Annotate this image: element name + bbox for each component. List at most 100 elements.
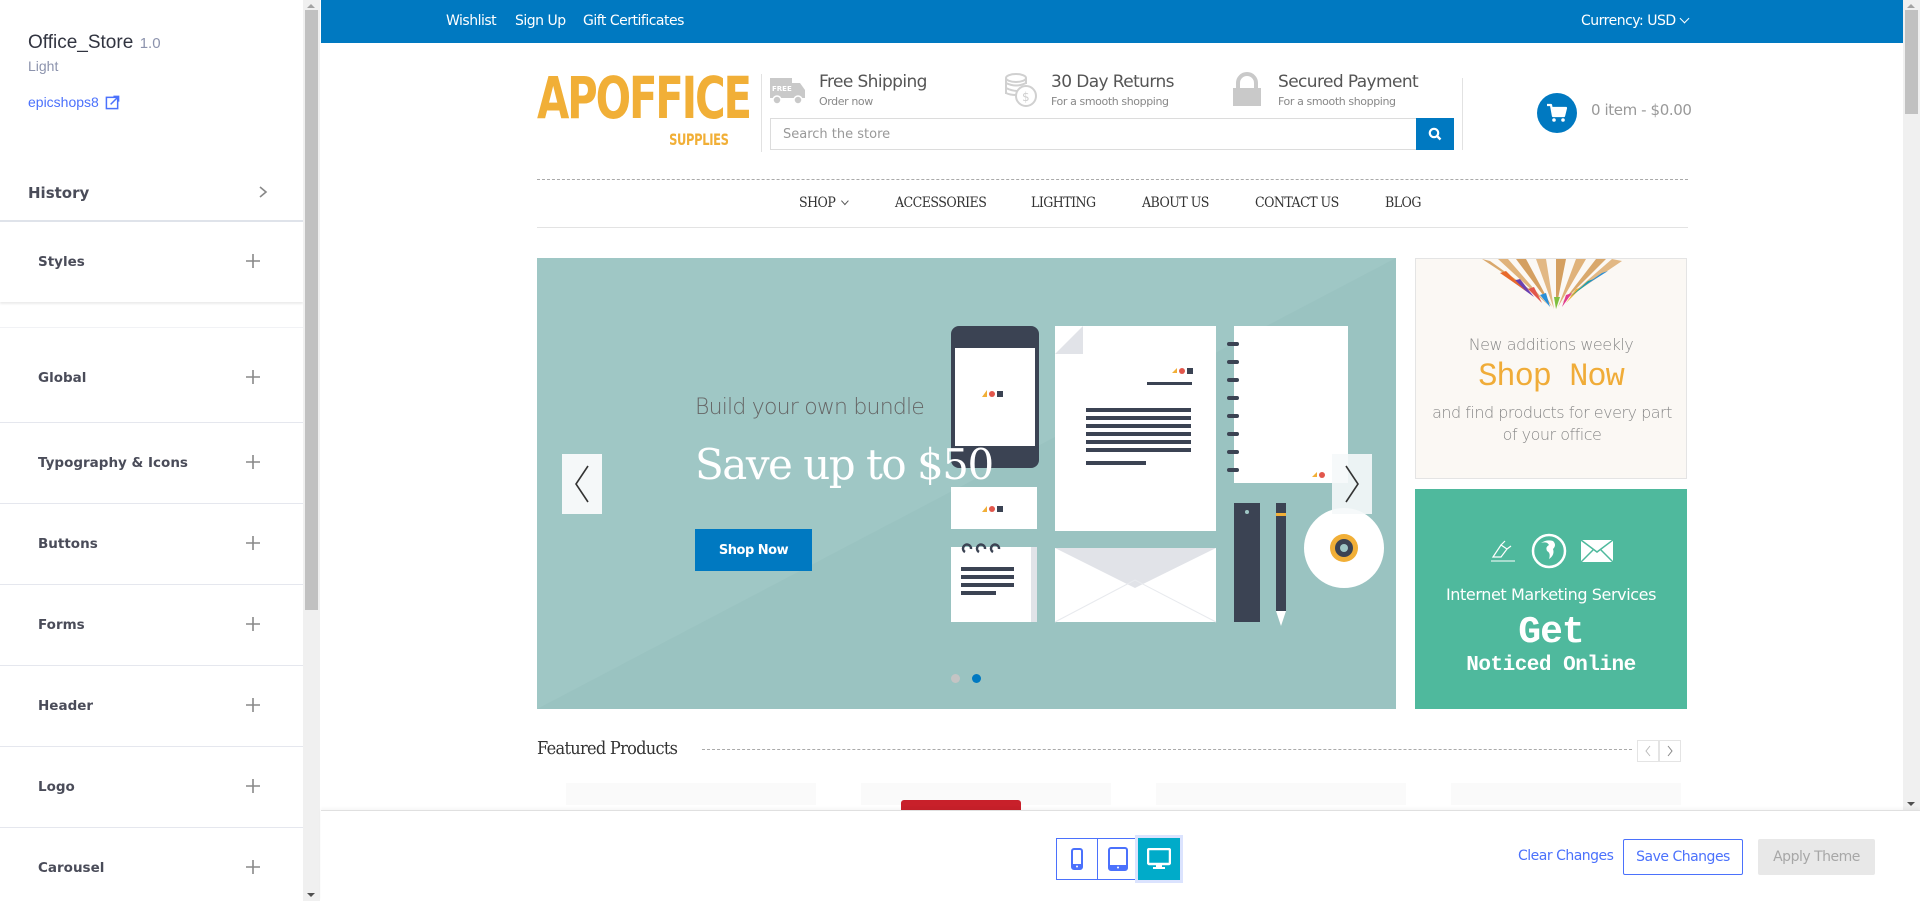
scroll-up-icon[interactable] xyxy=(1907,4,1915,8)
preview-scroll-thumb[interactable] xyxy=(1905,10,1918,114)
slider-prev-button[interactable] xyxy=(562,454,602,514)
device-mobile-button[interactable] xyxy=(1056,838,1098,880)
sidebar-item-carousel[interactable]: Carousel xyxy=(0,828,303,901)
product-card-placeholder xyxy=(1451,783,1681,805)
currency-selector[interactable]: Currency: USD xyxy=(1581,13,1690,29)
promo-banner-marketing[interactable]: Internet Marketing Services Get Noticed … xyxy=(1415,489,1687,709)
hero-slider: Build your own bundle Save up to $50 Sho… xyxy=(537,258,1396,709)
signup-link[interactable]: Sign Up xyxy=(515,13,566,29)
free-badge: FREE xyxy=(772,85,792,93)
featured-next-button[interactable] xyxy=(1659,740,1681,762)
nav-contact-us[interactable]: CONTACT US xyxy=(1255,195,1339,211)
sidebar-item-buttons[interactable]: Buttons xyxy=(0,504,303,585)
slider-dot[interactable] xyxy=(951,674,960,683)
section-label: Forms xyxy=(38,617,85,633)
scroll-down-icon[interactable] xyxy=(1907,802,1915,806)
chevron-right-icon xyxy=(259,186,268,198)
save-changes-button[interactable]: Save Changes xyxy=(1623,839,1743,875)
featured-dashed-divider xyxy=(702,749,1632,750)
chevron-left-icon xyxy=(575,465,589,503)
device-tablet-button[interactable] xyxy=(1097,838,1139,880)
sidebar-item-typography[interactable]: Typography & Icons xyxy=(0,423,303,504)
plus-icon xyxy=(246,455,260,469)
featured-products-title: Featured Products xyxy=(537,738,678,759)
lock-icon xyxy=(1233,72,1261,106)
store-link[interactable]: epicshops8 xyxy=(28,94,120,110)
search-icon xyxy=(1428,127,1442,141)
logo-main-text: APOFFICE xyxy=(537,64,752,132)
search-button[interactable] xyxy=(1416,118,1454,150)
slide-subtitle: Build your own bundle xyxy=(695,395,925,420)
sidebar-item-logo[interactable]: Logo xyxy=(0,747,303,828)
promo-headline: Shop Now xyxy=(1478,358,1625,395)
promo-icons xyxy=(1415,533,1687,569)
product-card-placeholder xyxy=(1156,783,1406,805)
section-label: Carousel xyxy=(38,860,105,876)
chevron-down-icon xyxy=(1679,13,1690,24)
scroll-up-icon[interactable] xyxy=(307,4,315,8)
sidebar-item-global[interactable]: Global xyxy=(0,328,303,423)
store-topbar: Wishlist Sign Up Gift Certificates Curre… xyxy=(321,0,1903,43)
theme-editor: Office_Store 1.0 Light epicshops8 Histor… xyxy=(0,0,1920,901)
mobile-icon xyxy=(1071,848,1083,870)
info-subtitle: For a smooth shopping xyxy=(1051,95,1169,108)
store-preview: Wishlist Sign Up Gift Certificates Curre… xyxy=(321,0,1903,810)
device-preview-toggle xyxy=(1056,838,1180,880)
chevron-left-icon xyxy=(1645,745,1651,757)
apply-theme-button[interactable]: Apply Theme xyxy=(1758,839,1875,875)
chevron-right-icon xyxy=(1667,745,1673,757)
clear-changes-button[interactable]: Clear Changes xyxy=(1518,848,1614,864)
sidebar-scrollbar[interactable] xyxy=(303,0,320,901)
logo-sub-text: SUPPLIES xyxy=(669,130,730,149)
slider-pagination xyxy=(951,674,981,683)
cart-icon xyxy=(1547,103,1568,122)
theme-version: 1.0 xyxy=(139,35,161,52)
nav-lighting[interactable]: LIGHTING xyxy=(1031,195,1096,211)
sidebar-item-history[interactable]: History xyxy=(0,160,303,222)
sidebar-item-styles[interactable]: Styles xyxy=(0,222,303,302)
pen-icon xyxy=(1491,540,1515,562)
slide-shop-now-button[interactable]: Shop Now xyxy=(695,529,812,571)
promo-banner-shop-now[interactable]: New additions weekly Shop Now and find p… xyxy=(1415,258,1687,479)
store-logo[interactable]: APOFFICE SUPPLIES xyxy=(537,64,752,154)
device-desktop-button[interactable] xyxy=(1138,838,1180,880)
preview-scrollbar[interactable] xyxy=(1903,0,1920,810)
history-label: History xyxy=(28,184,90,202)
globe-icon xyxy=(1531,533,1567,569)
promo-line2: Noticed Online xyxy=(1466,654,1636,677)
plus-icon xyxy=(246,617,260,631)
theme-name: Office_Store xyxy=(28,32,134,53)
cart-summary[interactable]: 0 item - $0.00 xyxy=(1591,101,1692,119)
featured-prev-button[interactable] xyxy=(1637,740,1659,762)
info-title: Secured Payment xyxy=(1278,72,1419,92)
wishlist-link[interactable]: Wishlist xyxy=(446,13,497,29)
info-subtitle: Order now xyxy=(819,95,873,108)
plus-icon xyxy=(246,860,260,874)
svg-text:$: $ xyxy=(1022,90,1030,104)
cart-button[interactable] xyxy=(1537,93,1577,133)
sidebar-item-forms[interactable]: Forms xyxy=(0,585,303,666)
info-title: 30 Day Returns xyxy=(1051,72,1174,92)
editor-bottom-bar: Clear Changes Save Changes Apply Theme xyxy=(321,810,1920,901)
theme-info: Office_Store 1.0 Light epicshops8 xyxy=(0,0,303,160)
section-label: Header xyxy=(38,698,94,714)
nav-accessories[interactable]: ACCESSORIES xyxy=(895,195,987,211)
gift-certificates-link[interactable]: Gift Certificates xyxy=(583,13,684,29)
slider-next-button[interactable] xyxy=(1332,454,1372,514)
sidebar-scroll-thumb[interactable] xyxy=(305,10,318,610)
scroll-down-icon[interactable] xyxy=(307,893,315,897)
sidebar-item-header[interactable]: Header xyxy=(0,666,303,747)
slider-dot-active[interactable] xyxy=(972,674,981,683)
chevron-down-icon xyxy=(841,196,849,206)
nav-about-us[interactable]: ABOUT US xyxy=(1142,195,1209,211)
currency-label: Currency: USD xyxy=(1581,13,1676,29)
info-subtitle: For a smooth shopping xyxy=(1278,95,1396,108)
section-label: Global xyxy=(38,370,87,386)
nav-shop[interactable]: SHOP xyxy=(799,195,849,211)
external-link-icon xyxy=(105,95,120,109)
search-input[interactable] xyxy=(771,119,1415,149)
promo-line1: Internet Marketing Services xyxy=(1445,585,1657,604)
product-card-placeholder xyxy=(566,783,816,805)
nav-blog[interactable]: BLOG xyxy=(1385,195,1421,211)
product-image[interactable] xyxy=(901,800,1021,810)
